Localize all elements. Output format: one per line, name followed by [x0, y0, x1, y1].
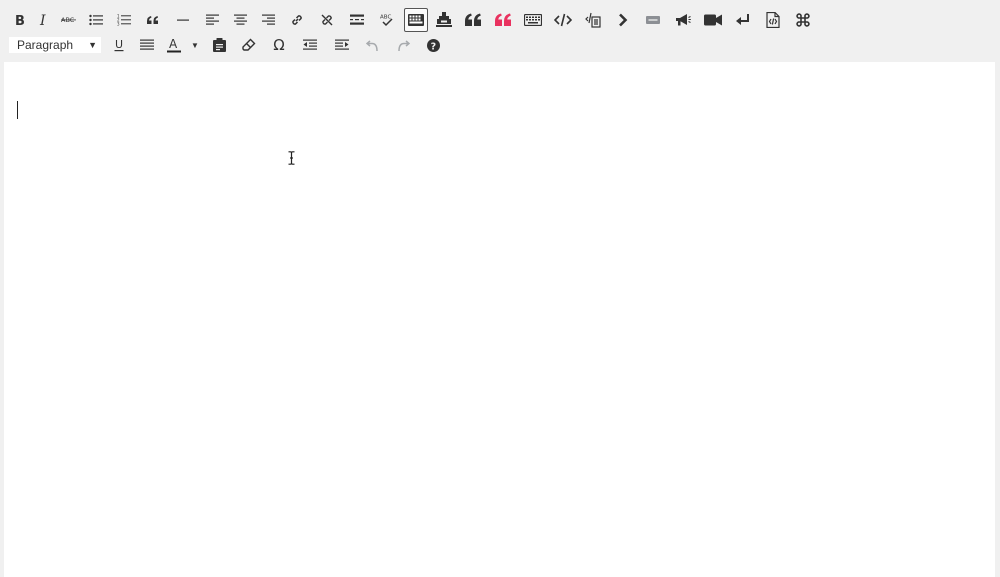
bold-icon: B	[15, 14, 25, 27]
indent-button[interactable]	[328, 33, 356, 57]
paste-code-icon	[585, 12, 601, 28]
justify-button[interactable]	[134, 33, 160, 57]
numbered-list-button[interactable]: 123	[112, 8, 136, 32]
keyboard-button[interactable]	[520, 8, 546, 32]
chevron-down-icon: ▼	[88, 40, 97, 50]
keyboard-icon	[408, 14, 424, 26]
quote-icon	[495, 13, 511, 26]
mouse-ibeam-cursor-icon	[288, 151, 295, 165]
shortcode-button[interactable]	[432, 8, 456, 32]
italic-icon: I	[39, 13, 46, 27]
read-more-icon	[350, 14, 364, 25]
paste-as-text-button[interactable]	[206, 33, 232, 57]
text-color-glyph: A	[169, 37, 178, 51]
text-color-icon: A	[167, 37, 181, 53]
code-button[interactable]	[550, 8, 576, 32]
stamp-icon	[436, 12, 452, 27]
blockquote-icon	[147, 16, 158, 24]
align-left-icon	[205, 14, 219, 25]
line-break-button[interactable]	[730, 8, 756, 32]
blockquote-button[interactable]	[140, 8, 166, 32]
toolbar-row-1: B I ABC 123 ABC	[8, 8, 818, 32]
bulleted-list-button[interactable]	[84, 8, 108, 32]
strikethrough-icon: ABC	[61, 16, 76, 24]
outdent-button[interactable]	[296, 33, 324, 57]
svg-text:ABC: ABC	[380, 15, 391, 21]
align-center-icon	[233, 14, 247, 25]
undo-button[interactable]	[360, 33, 386, 57]
underline-icon: U	[114, 38, 124, 52]
svg-text:I: I	[39, 13, 46, 27]
video-button[interactable]	[700, 8, 726, 32]
next-button[interactable]	[610, 8, 636, 32]
format-select[interactable]: Paragraph ▼	[8, 36, 102, 54]
special-character-button[interactable]: Ω	[266, 33, 292, 57]
italic-button[interactable]: I	[34, 8, 54, 32]
redo-icon	[398, 40, 410, 52]
text-color-dropdown[interactable]: ▼	[188, 33, 202, 57]
clear-formatting-button[interactable]	[236, 33, 262, 57]
chevron-down-icon: ▼	[191, 40, 199, 50]
spellcheck-icon: ABC	[380, 15, 393, 27]
keyboard-icon	[524, 14, 542, 26]
undo-icon	[366, 40, 378, 52]
insert-link-button[interactable]	[284, 8, 310, 32]
chevron-right-icon	[619, 13, 628, 27]
bold-button[interactable]: B	[10, 8, 30, 32]
command-button[interactable]	[790, 8, 816, 32]
editor-content-area[interactable]	[4, 62, 995, 577]
justify-icon	[140, 39, 154, 50]
horizontal-line-icon	[177, 19, 189, 21]
strikethrough-button[interactable]: ABC	[58, 8, 80, 32]
help-icon: ?	[426, 38, 440, 52]
text-color-button[interactable]: A	[164, 33, 184, 57]
bulleted-list-icon	[89, 14, 103, 26]
pink-quote-button[interactable]	[490, 8, 516, 32]
horizontal-line-button[interactable]	[170, 8, 196, 32]
numbered-list-icon: 123	[117, 14, 131, 26]
remove-link-button[interactable]	[314, 8, 340, 32]
command-icon	[796, 13, 810, 27]
paste-code-button[interactable]	[580, 8, 606, 32]
quote-button[interactable]	[460, 8, 486, 32]
clipboard-icon	[212, 38, 226, 52]
toolbar-row-2: Paragraph ▼ U A ▼ Ω ?	[8, 33, 448, 57]
quote-icon	[465, 13, 481, 26]
underline-button[interactable]: U	[108, 33, 130, 57]
outdent-icon	[303, 39, 317, 50]
toolbar-toggle-button[interactable]	[404, 8, 428, 32]
indent-icon	[335, 39, 349, 50]
code-icon	[554, 13, 572, 27]
separator-button[interactable]	[640, 8, 666, 32]
video-camera-icon	[704, 14, 722, 26]
unlink-icon	[321, 14, 333, 26]
link-icon	[292, 15, 302, 25]
announcement-button[interactable]	[670, 8, 696, 32]
help-button[interactable]: ?	[420, 33, 446, 57]
document-code-button[interactable]	[760, 8, 786, 32]
megaphone-icon	[676, 14, 691, 26]
eraser-icon	[242, 38, 256, 51]
minus-box-icon	[646, 16, 660, 24]
align-center-button[interactable]	[228, 8, 252, 32]
svg-text:B: B	[15, 14, 25, 27]
document-code-icon	[766, 12, 780, 28]
align-right-icon	[261, 14, 275, 25]
return-icon	[736, 14, 749, 25]
underline-glyph: U	[115, 38, 123, 51]
align-left-button[interactable]	[200, 8, 224, 32]
help-glyph: ?	[430, 41, 436, 52]
omega-icon: Ω	[273, 35, 285, 54]
text-caret	[17, 101, 18, 119]
read-more-button[interactable]	[344, 8, 370, 32]
format-select-value: Paragraph	[17, 38, 74, 52]
align-right-button[interactable]	[256, 8, 280, 32]
spellcheck-button[interactable]: ABC	[374, 8, 400, 32]
svg-text:3: 3	[117, 22, 120, 27]
redo-button[interactable]	[390, 33, 416, 57]
